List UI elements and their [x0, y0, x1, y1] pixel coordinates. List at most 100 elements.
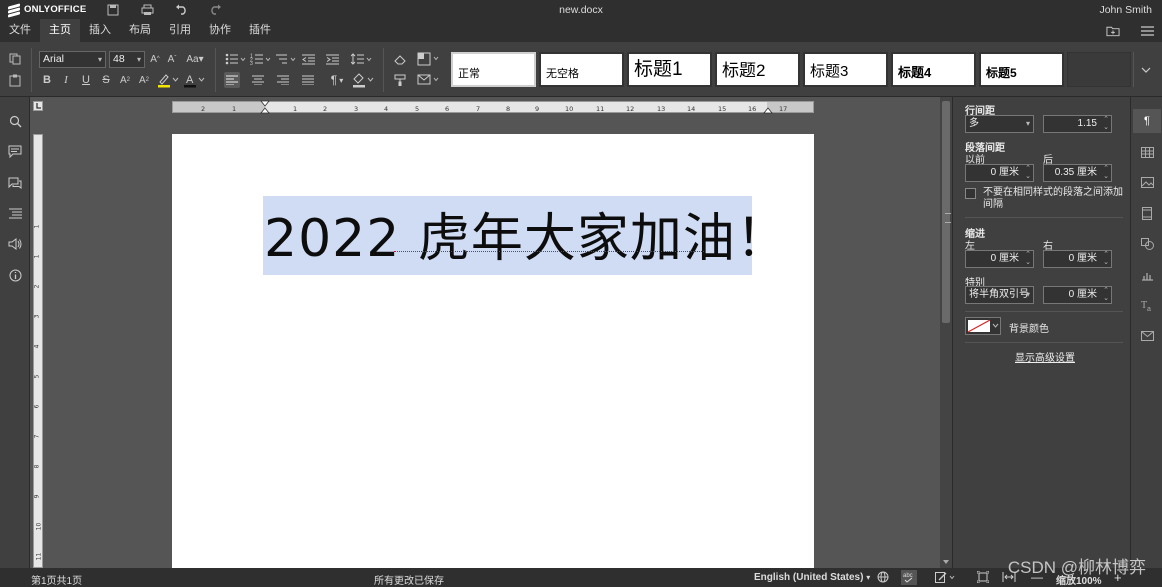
italic-icon[interactable]: I	[60, 73, 72, 87]
vertical-ruler[interactable]: 1 1 2 3 4 5 6 7 8 9 10 11 12	[33, 134, 43, 568]
no-space-same-style-checkbox[interactable]	[965, 188, 976, 199]
indent-left-input[interactable]: 0 厘米 ⌃ ⌄	[965, 250, 1034, 268]
document-page[interactable]: 2022 虎年大家加油！	[172, 134, 814, 568]
style-heading-5[interactable]: 标题5	[979, 52, 1064, 87]
line-spacing-icon[interactable]	[351, 52, 373, 66]
multilevel-list-icon[interactable]	[275, 52, 297, 66]
indent-marker-icon[interactable]	[260, 100, 270, 114]
spacing-after-input[interactable]: 0.35 厘米 ⌃ ⌄	[1043, 164, 1112, 182]
vertical-scrollbar[interactable]	[940, 97, 952, 568]
info-icon[interactable]	[7, 267, 23, 283]
menu-icon[interactable]	[1140, 24, 1154, 38]
redo-icon[interactable]	[208, 3, 222, 17]
save-icon[interactable]	[106, 3, 120, 17]
align-center-icon[interactable]	[251, 73, 265, 87]
paragraph-marks-icon[interactable]: ¶ ▾	[326, 73, 348, 87]
undo-icon[interactable]	[174, 3, 188, 17]
tab-plugins[interactable]: 插件	[240, 19, 280, 42]
expand-styles-icon[interactable]	[1133, 52, 1157, 87]
font-name-select[interactable]: Arial ▾	[39, 51, 106, 68]
decrease-indent-icon[interactable]	[301, 52, 315, 66]
user-name[interactable]: John Smith	[1099, 4, 1152, 16]
background-color-picker[interactable]	[965, 317, 1001, 335]
scrollbar-thumb[interactable]	[942, 101, 951, 323]
open-folder-icon[interactable]	[1106, 24, 1120, 38]
tab-file[interactable]: 文件	[0, 19, 40, 42]
fit-page-icon[interactable]	[976, 570, 990, 586]
tab-references[interactable]: 引用	[160, 19, 200, 42]
spinner-icon[interactable]: ⌃ ⌄	[1103, 116, 1109, 132]
bullet-list-icon[interactable]	[225, 52, 247, 66]
mail-merge-icon[interactable]	[417, 72, 441, 88]
justify-icon[interactable]	[301, 73, 315, 87]
spinner-icon[interactable]: ⌃ ⌄	[1025, 165, 1031, 181]
copy-style-icon[interactable]	[393, 73, 407, 87]
track-changes-icon[interactable]	[935, 571, 957, 586]
special-indent-select[interactable]: 将半角双引号 ▾	[965, 286, 1034, 304]
table-settings-icon[interactable]	[1139, 144, 1155, 160]
style-normal[interactable]: 正常	[451, 52, 536, 87]
style-heading-3[interactable]: 标题3	[803, 52, 888, 87]
change-case-icon[interactable]: Aa▾	[184, 52, 206, 66]
navigation-icon[interactable]	[7, 205, 23, 221]
font-size-select[interactable]: 48 ▾	[109, 51, 145, 68]
mail-merge-settings-icon[interactable]	[1139, 328, 1155, 344]
globe-icon[interactable]	[877, 571, 889, 586]
tab-collaboration[interactable]: 协作	[200, 19, 240, 42]
tab-home[interactable]: 主页	[40, 19, 80, 42]
spinner-icon[interactable]: ⌃ ⌄	[1103, 251, 1109, 267]
paragraph-settings-icon[interactable]: ¶	[1133, 109, 1161, 133]
numbered-list-icon[interactable]: 123	[250, 52, 272, 66]
spellcheck-icon[interactable]: abc	[901, 570, 917, 585]
search-icon[interactable]	[7, 113, 23, 129]
font-color-icon[interactable]: A	[183, 72, 205, 88]
horizontal-ruler[interactable]: 2 1 1 2 3 4 5 6 7 8 9 10 11 12 13 14 15 …	[172, 100, 814, 114]
tab-layout[interactable]: 布局	[120, 19, 160, 42]
style-no-spacing[interactable]: 无空格	[539, 52, 624, 87]
speaker-icon[interactable]	[7, 236, 23, 252]
comments-icon[interactable]	[7, 143, 23, 159]
scroll-down-icon[interactable]	[942, 559, 950, 565]
header-footer-settings-icon[interactable]	[1139, 205, 1155, 221]
style-heading-4[interactable]: 标题4	[891, 52, 976, 87]
line-spacing-mode-select[interactable]: 多 ▾	[965, 115, 1034, 133]
chart-settings-icon[interactable]	[1139, 267, 1155, 283]
chat-icon[interactable]	[7, 175, 23, 191]
align-right-icon[interactable]	[276, 73, 290, 87]
text-art-settings-icon[interactable]: Ta	[1139, 297, 1155, 313]
spinner-icon[interactable]: ⌃ ⌄	[1025, 251, 1031, 267]
spacing-before-input[interactable]: 0 厘米 ⌃ ⌄	[965, 164, 1034, 182]
strikethrough-icon[interactable]: S	[100, 73, 112, 87]
copy-icon[interactable]	[8, 52, 22, 66]
spinner-icon[interactable]: ⌃ ⌄	[1103, 287, 1109, 303]
show-advanced-settings-link[interactable]: 显示高级设置	[1015, 349, 1075, 364]
print-icon[interactable]	[140, 3, 154, 17]
paste-icon[interactable]	[8, 73, 22, 87]
clear-style-icon[interactable]	[393, 52, 407, 66]
special-indent-input[interactable]: 0 厘米 ⌃ ⌄	[1043, 286, 1112, 304]
align-left-icon[interactable]	[224, 72, 240, 88]
image-settings-icon[interactable]	[1139, 174, 1155, 190]
shape-settings-icon[interactable]	[1139, 236, 1155, 252]
increase-font-icon[interactable]: A ^	[149, 52, 161, 66]
color-scheme-icon[interactable]	[417, 51, 441, 67]
language-select[interactable]: English (United States) ▾	[754, 572, 870, 583]
page-info[interactable]: 第1页共1页	[31, 572, 82, 587]
style-heading-2[interactable]: 标题2	[715, 52, 800, 87]
tab-stop-selector[interactable]	[33, 101, 43, 111]
style-heading-1[interactable]: 标题1	[627, 52, 712, 87]
document-heading[interactable]: 2022 虎年大家加油！	[264, 196, 789, 271]
shading-icon[interactable]	[352, 72, 374, 88]
superscript-icon[interactable]: A2	[119, 73, 131, 87]
bold-icon[interactable]: B	[41, 73, 53, 87]
indent-right-input[interactable]: 0 厘米 ⌃ ⌄	[1043, 250, 1112, 268]
highlight-color-icon[interactable]	[157, 72, 179, 88]
document-canvas[interactable]: 2 1 1 2 3 4 5 6 7 8 9 10 11 12 13 14 15 …	[30, 97, 952, 568]
spinner-icon[interactable]: ⌃ ⌄	[1103, 165, 1109, 181]
decrease-font-icon[interactable]: Aˇ	[166, 52, 178, 66]
subscript-icon[interactable]: A2	[138, 73, 150, 87]
right-indent-marker-icon[interactable]	[763, 106, 773, 114]
increase-indent-icon[interactable]	[325, 52, 339, 66]
line-spacing-value-input[interactable]: 1.15 ⌃ ⌄	[1043, 115, 1112, 133]
tab-insert[interactable]: 插入	[80, 19, 120, 42]
